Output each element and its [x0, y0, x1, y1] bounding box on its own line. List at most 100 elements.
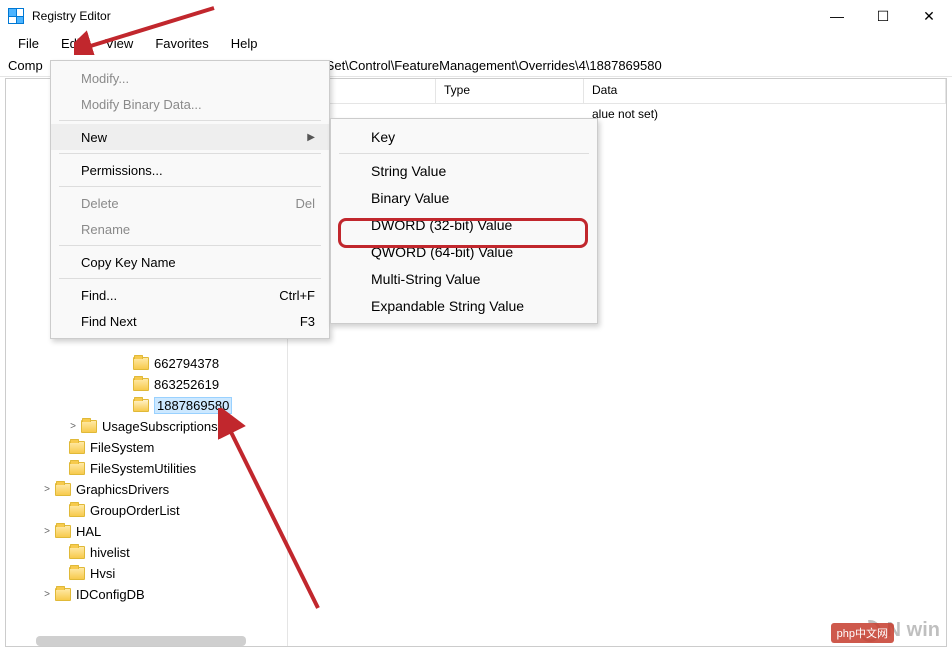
folder-icon	[69, 567, 85, 580]
menu-item-accel: Ctrl+F	[279, 288, 315, 303]
col-type[interactable]: Type	[436, 79, 584, 103]
submenu-item[interactable]: String Value	[331, 157, 597, 184]
menu-item-label: Delete	[81, 196, 119, 211]
cell-data: alue not set)	[584, 103, 946, 125]
submenu-item[interactable]: Expandable String Value	[331, 292, 597, 319]
menu-edit[interactable]: Edit	[51, 34, 93, 53]
tree-item[interactable]: 1887869580	[6, 395, 287, 416]
menu-item-label: Rename	[81, 222, 130, 237]
menu-item-accel: Del	[295, 196, 315, 211]
tree-item[interactable]: 863252619	[6, 374, 287, 395]
address-label: Comp	[8, 58, 43, 73]
tree-item[interactable]: Hvsi	[6, 563, 287, 584]
folder-icon	[133, 378, 149, 391]
folder-icon	[55, 525, 71, 538]
folder-icon	[133, 357, 149, 370]
minimize-button[interactable]: —	[814, 0, 860, 32]
tree-item-label: Hvsi	[90, 566, 115, 581]
menu-item[interactable]: Permissions...	[51, 157, 329, 183]
submenu-item[interactable]: Key	[331, 123, 597, 150]
watermark-text: N win	[887, 619, 940, 642]
chevron-icon[interactable]: >	[40, 589, 54, 600]
folder-icon	[69, 462, 85, 475]
tree-item-label: 1887869580	[154, 397, 232, 414]
tree-item-label: 863252619	[154, 377, 219, 392]
tree-item[interactable]: FileSystemUtilities	[6, 458, 287, 479]
tree-item[interactable]: >GraphicsDrivers	[6, 479, 287, 500]
menu-item-label: Modify Binary Data...	[81, 97, 202, 112]
submenu-item-label: Key	[371, 129, 395, 145]
cell-type	[436, 110, 584, 118]
folder-icon	[69, 504, 85, 517]
submenu-item-label: Expandable String Value	[371, 298, 524, 314]
menu-separator	[59, 278, 321, 279]
tree-item[interactable]: hivelist	[6, 542, 287, 563]
menu-item: Rename	[51, 216, 329, 242]
app-icon	[8, 8, 24, 24]
tree-item-label: hivelist	[90, 545, 130, 560]
menu-item-label: Copy Key Name	[81, 255, 176, 270]
menu-item[interactable]: New▶	[51, 124, 329, 150]
chevron-icon[interactable]: >	[40, 484, 54, 495]
tree-item[interactable]: > IDConfigDB	[6, 584, 287, 605]
menu-item-label: Modify...	[81, 71, 129, 86]
menu-item: Modify Binary Data...	[51, 91, 329, 117]
menu-separator	[59, 245, 321, 246]
tree-item-label: FileSystemUtilities	[90, 461, 196, 476]
titlebar: Registry Editor — ☐ ✕	[0, 0, 952, 32]
submenu-item-label: QWORD (64-bit) Value	[371, 244, 513, 260]
tree-item[interactable]: GroupOrderList	[6, 500, 287, 521]
submenu-item-label: DWORD (32-bit) Value	[371, 217, 512, 233]
menu-separator	[339, 153, 589, 154]
menu-separator	[59, 153, 321, 154]
horizontal-scrollbar[interactable]	[36, 636, 246, 646]
address-input[interactable]	[262, 56, 944, 75]
close-button[interactable]: ✕	[906, 0, 952, 32]
maximize-button[interactable]: ☐	[860, 0, 906, 32]
tree-item-label: UsageSubscriptions	[102, 419, 218, 434]
folder-icon	[55, 588, 71, 601]
menu-favorites[interactable]: Favorites	[145, 34, 218, 53]
list-header: Name Type Data	[288, 79, 946, 104]
folder-icon	[69, 441, 85, 454]
tree-item-label: 662794378	[154, 356, 219, 371]
menu-file[interactable]: File	[8, 34, 49, 53]
watermark-php: php中文网	[831, 623, 894, 643]
tree-item[interactable]: > HAL	[6, 521, 287, 542]
menu-item[interactable]: Copy Key Name	[51, 249, 329, 275]
folder-icon	[81, 420, 97, 433]
menu-item-accel: F3	[300, 314, 315, 329]
menu-item: Modify...	[51, 65, 329, 91]
window-title: Registry Editor	[32, 9, 111, 23]
tree-item[interactable]: FileSystem	[6, 437, 287, 458]
folder-icon	[55, 483, 71, 496]
submenu-item[interactable]: DWORD (32-bit) Value	[331, 211, 597, 238]
chevron-icon[interactable]: >	[66, 421, 80, 432]
submenu-item[interactable]: Binary Value	[331, 184, 597, 211]
tree-item[interactable]: > UsageSubscriptions	[6, 416, 287, 437]
menu-view[interactable]: View	[95, 34, 143, 53]
menu-item-label: Permissions...	[81, 163, 163, 178]
folder-icon	[133, 399, 149, 412]
menu-item: Delete Del	[51, 190, 329, 216]
tree-item[interactable]: 662794378	[6, 353, 287, 374]
menu-help[interactable]: Help	[221, 34, 268, 53]
submenu-item[interactable]: Multi-String Value	[331, 265, 597, 292]
chevron-icon[interactable]: >	[40, 526, 54, 537]
menu-item[interactable]: Find NextF3	[51, 308, 329, 334]
menu-item-label: Find...	[81, 288, 117, 303]
submenu-item[interactable]: QWORD (64-bit) Value	[331, 238, 597, 265]
tree-item-label: GroupOrderList	[90, 503, 180, 518]
submenu-item-label: Binary Value	[371, 190, 449, 206]
tree-item-label: FileSystem	[90, 440, 154, 455]
new-submenu-popup: Key String Value Binary Value DWORD (32-bit…	[330, 118, 598, 324]
tree-item-label: IDConfigDB	[76, 587, 145, 602]
col-data[interactable]: Data	[584, 79, 946, 103]
submenu-item-label: String Value	[371, 163, 446, 179]
menu-item[interactable]: Find... Ctrl+F	[51, 282, 329, 308]
folder-icon	[69, 546, 85, 559]
tree-item-label: HAL	[76, 524, 101, 539]
window-controls: — ☐ ✕	[814, 0, 952, 32]
edit-menu-popup: Modify... Modify Binary Data... New▶ Permis…	[50, 60, 330, 339]
submenu-arrow-icon: ▶	[307, 132, 315, 143]
